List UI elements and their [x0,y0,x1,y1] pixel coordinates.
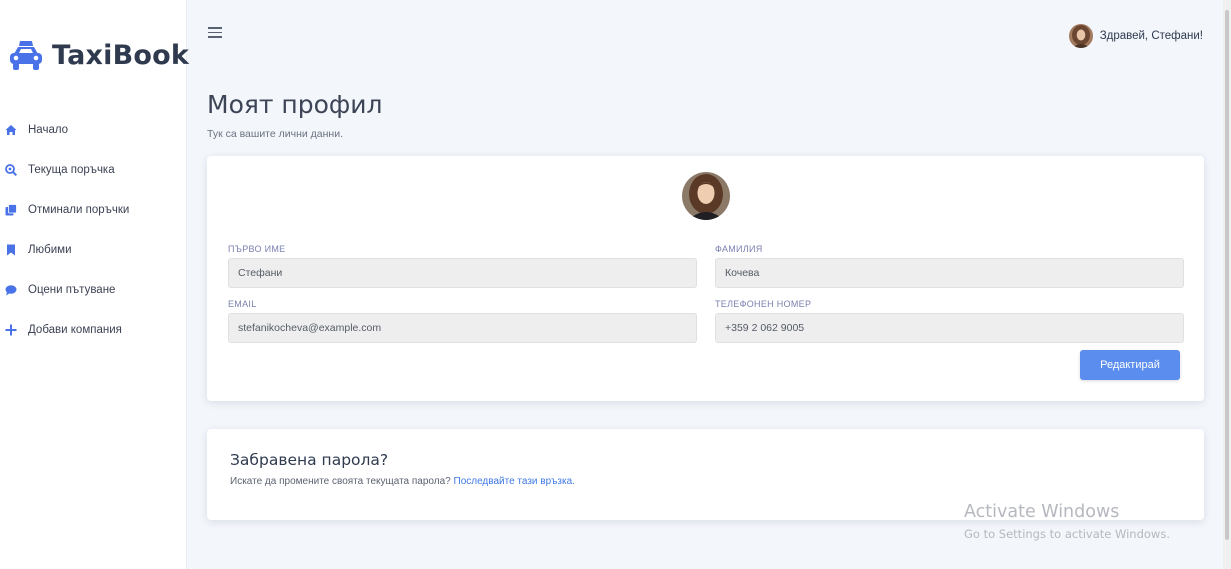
sidebar-item-add-company[interactable]: Добави компания [0,310,187,350]
sidebar-item-label: Добави компания [28,324,122,336]
user-greeting: Здравей, Стефани! [1099,30,1203,42]
sidebar-item-label: Начало [28,124,69,136]
home-icon [4,123,18,137]
copy-icon [4,203,18,217]
topbar: Здравей, Стефани! [188,0,1231,72]
profile-avatar [682,172,730,220]
profile-card: ПЪРВО ИМЕ Стефани ФАМИЛИЯ Кочева EMAIL s… [207,156,1204,401]
sidebar: TaxiBook Начало Текуща поръчка Отминали … [0,0,189,569]
taxi-icon [10,41,42,70]
avatar [1068,24,1093,48]
watermark-subtitle: Go to Settings to activate Windows. [964,527,1170,541]
page-scrollbar[interactable] [1223,0,1231,569]
page-subtitle: Тук са вашите лични данни. [207,128,344,140]
menu-toggle-icon[interactable] [208,27,222,39]
change-password-link[interactable]: Последвайте тази връзка. [454,476,575,487]
password-description: Искате да промените своята текущата паро… [230,476,451,487]
sidebar-item-favorites[interactable]: Любими [0,230,187,270]
last-name-field[interactable]: Кочева [715,258,1184,288]
sidebar-item-label: Любими [28,244,72,256]
last-name-label: ФАМИЛИЯ [715,244,763,254]
sidebar-item-current-order[interactable]: Текуща поръчка [0,150,187,190]
bookmark-icon [4,243,18,257]
email-field[interactable]: stefanikocheva@example.com [228,313,697,343]
phone-field[interactable]: +359 2 062 9005 [715,313,1184,343]
sidebar-item-rate-ride[interactable]: Оцени пътуване [0,270,187,310]
first-name-label: ПЪРВО ИМЕ [228,244,286,254]
search-location-icon [4,163,18,177]
watermark-title: Activate Windows [964,502,1120,522]
plus-icon [4,323,18,337]
email-label: EMAIL [228,299,257,309]
sidebar-item-home[interactable]: Начало [0,110,187,150]
sidebar-item-past-orders[interactable]: Отминали поръчки [0,190,187,230]
sidebar-item-label: Текуща поръчка [28,164,115,176]
brand-logo[interactable]: TaxiBook [8,38,189,72]
sidebar-nav: Начало Текуща поръчка Отминали поръчки Л… [0,110,187,350]
first-name-field[interactable]: Стефани [228,258,697,288]
edit-button[interactable]: Редактирай [1080,350,1180,380]
password-title: Забравена парола? [230,451,389,469]
page-title: Моят профил [207,90,383,119]
comment-icon [4,283,18,297]
windows-activation-watermark: Activate Windows Go to Settings to activ… [964,502,1170,541]
sidebar-item-label: Оцени пътуване [28,284,116,296]
sidebar-item-label: Отминали поръчки [28,204,130,216]
password-text: Искате да промените своята текущата паро… [230,476,575,487]
user-menu[interactable]: Здравей, Стефани! [1068,24,1203,48]
scrollbar-thumb[interactable] [1225,10,1229,540]
brand-name: TaxiBook [52,39,190,71]
phone-label: ТЕЛЕФОНЕН НОМЕР [715,299,812,309]
